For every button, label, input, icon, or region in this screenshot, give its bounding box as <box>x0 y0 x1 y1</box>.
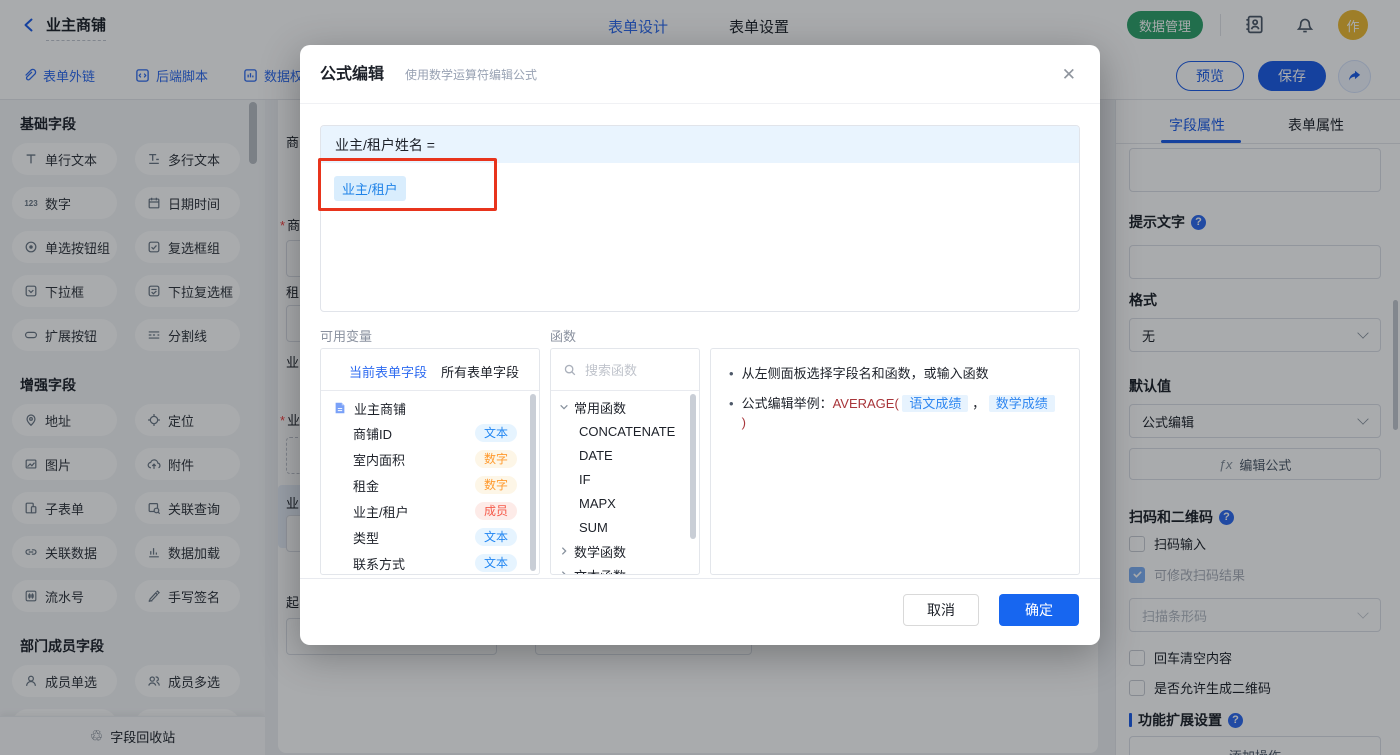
app: 业主商铺 表单设计 表单设置 数据管理 作 表单外链 后端脚本 数据权 预览 保… <box>0 0 1400 755</box>
function-item[interactable]: IF <box>579 467 591 491</box>
variable-row[interactable]: 室内面积 数字 <box>321 446 539 472</box>
type-badge: 文本 <box>474 528 517 546</box>
function-group-text[interactable]: 文本函数 <box>559 563 626 574</box>
functions-label: 函数 <box>550 329 577 344</box>
type-badge: 数字 <box>474 476 517 494</box>
example-field-tag: 语文成绩 <box>902 395 969 412</box>
tab-current-form-fields[interactable]: 当前表单字段 <box>349 362 427 381</box>
modal-footer-divider <box>300 578 1100 579</box>
function-group-common[interactable]: 常用函数 <box>559 395 626 419</box>
variable-row[interactable]: 商铺ID 文本 <box>321 420 539 446</box>
type-badge: 数字 <box>474 450 517 468</box>
search-icon <box>563 363 577 377</box>
example-field-tag: 数学成绩 <box>988 395 1055 412</box>
modal-title: 公式编辑 <box>320 66 385 83</box>
formula-box: 业主/租户姓名 = 业主/租户 <box>320 125 1080 312</box>
functions-panel: 搜索函数 常用函数 CONCATENATE DATE IF MAPX SUM 数… <box>550 348 700 575</box>
tip-line: 从左侧面板选择字段名和函数，或输入函数 <box>729 364 1061 383</box>
variable-row[interactable]: 类型 文本 <box>321 524 539 550</box>
variables-panel: 当前表单字段 所有表单字段 业主商铺 商铺ID 文本 室内面积 数字 租金 数字 业主… <box>320 348 540 575</box>
modal-header-divider <box>300 103 1100 104</box>
confirm-button[interactable]: 确定 <box>999 594 1079 626</box>
form-doc-icon <box>333 401 347 415</box>
search-placeholder: 搜索函数 <box>585 363 638 378</box>
functions-scrollbar[interactable] <box>690 394 696 539</box>
function-item[interactable]: SUM <box>579 515 608 539</box>
function-item[interactable]: DATE <box>579 443 613 467</box>
chevron-down-icon <box>560 404 568 410</box>
variables-label: 可用变量 <box>320 329 373 344</box>
formula-field-tag[interactable]: 业主/租户 <box>334 176 406 201</box>
tip-line: 公式编辑举例：AVERAGE( 语文成绩 ， 数学成绩 ) <box>729 394 1061 432</box>
function-group-math[interactable]: 数学函数 <box>559 539 626 563</box>
variables-scrollbar[interactable] <box>530 394 536 571</box>
formula-target-bar: 业主/租户姓名 = <box>321 126 1079 163</box>
chevron-right-icon <box>561 571 566 574</box>
modal-subtitle: 使用数学运算符编辑公式 <box>405 68 538 82</box>
chevron-right-icon <box>561 547 567 555</box>
variable-row[interactable]: 业主/租户 成员 <box>321 498 539 524</box>
variable-row[interactable]: 租金 数字 <box>321 472 539 498</box>
tips-panel: 从左侧面板选择字段名和函数，或输入函数 公式编辑举例：AVERAGE( 语文成绩… <box>710 348 1080 575</box>
formula-editor-modal: 公式编辑 使用数学运算符编辑公式 ✕ 业主/租户姓名 = 业主/租户 可用变量 … <box>300 45 1100 645</box>
type-badge: 成员 <box>474 502 517 520</box>
function-item[interactable]: MAPX <box>579 491 616 515</box>
form-tree-root[interactable]: 业主商铺 <box>321 396 539 420</box>
type-badge: 文本 <box>474 554 517 572</box>
close-icon[interactable]: ✕ <box>1062 65 1076 85</box>
cancel-button[interactable]: 取消 <box>903 594 979 626</box>
variable-row[interactable]: 联系方式 文本 <box>321 550 539 574</box>
function-item[interactable]: CONCATENATE <box>579 419 675 443</box>
type-badge: 文本 <box>474 424 517 442</box>
formula-editor-area[interactable]: 业主/租户 <box>321 163 1079 201</box>
tab-all-form-fields[interactable]: 所有表单字段 <box>441 362 519 381</box>
function-search[interactable]: 搜索函数 <box>551 349 699 391</box>
